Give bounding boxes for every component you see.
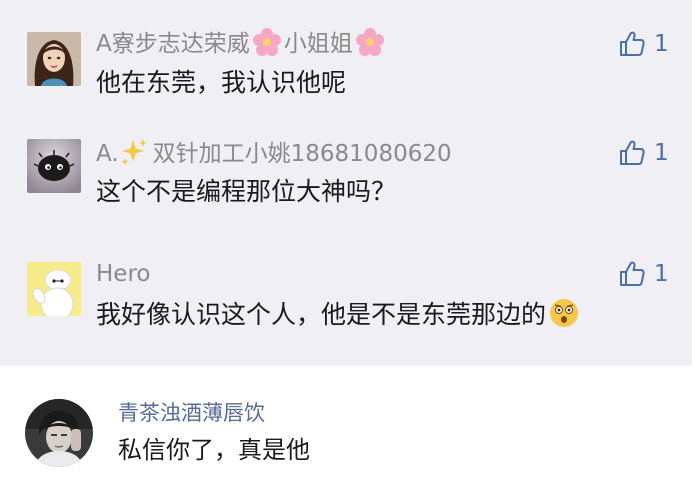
man-portrait-avatar[interactable] bbox=[25, 399, 93, 467]
like-count: 1 bbox=[654, 261, 669, 287]
astonished-face-emoji-icon bbox=[548, 297, 580, 329]
comment-author[interactable]: A. 双针加工小姚18681080620 bbox=[96, 137, 452, 169]
comments-page: A寮步志达荣威 小姐姐 他在东莞，我认识他呢 1 A. 双针加工小姚186810… bbox=[0, 0, 692, 481]
comment-author-name: Hero bbox=[96, 261, 151, 287]
like-count: 1 bbox=[654, 31, 669, 57]
liked-comments-section: A寮步志达荣威 小姐姐 他在东莞，我认识他呢 1 A. 双针加工小姚186810… bbox=[0, 0, 692, 366]
comment-author[interactable]: A寮步志达荣威 小姐姐 bbox=[96, 27, 387, 59]
thumbs-up-icon bbox=[620, 31, 645, 56]
white-robot-avatar[interactable] bbox=[27, 262, 81, 316]
comment-author-name: A. bbox=[96, 141, 119, 167]
reply-section bbox=[0, 366, 692, 481]
comment-author-name-mid: 小姐姐 bbox=[283, 31, 353, 57]
like-button[interactable]: 1 bbox=[618, 29, 669, 59]
reply-author-name[interactable]: 青茶浊酒薄唇饮 bbox=[118, 399, 265, 427]
sparkles-emoji-icon bbox=[119, 137, 149, 167]
like-button[interactable]: 1 bbox=[618, 259, 669, 289]
comment-text-body: 我好像认识这个人，他是不是东莞那边的 bbox=[96, 300, 547, 329]
comment-text: 这个不是编程那位大神吗？ bbox=[96, 177, 397, 206]
black-furball-avatar[interactable] bbox=[27, 139, 81, 193]
reply-text: 私信你了，真是他 bbox=[118, 436, 310, 464]
comment-author-name: A寮步志达荣威 bbox=[96, 31, 250, 57]
like-button[interactable]: 1 bbox=[618, 138, 669, 168]
comment-author-name-suffix: 双针加工小姚18681080620 bbox=[152, 141, 452, 167]
cherry-blossom-emoji-icon bbox=[252, 27, 282, 57]
comment-text: 我好像认识这个人，他是不是东莞那边的 bbox=[96, 297, 580, 332]
thumbs-up-icon bbox=[620, 261, 645, 286]
comment-text: 他在东莞，我认识他呢 bbox=[96, 68, 347, 97]
cherry-blossom-emoji-icon bbox=[355, 27, 385, 57]
thumbs-up-icon bbox=[620, 140, 645, 165]
like-count: 1 bbox=[654, 140, 669, 166]
comment-author[interactable]: Hero bbox=[96, 259, 150, 289]
woman-portrait-avatar[interactable] bbox=[27, 32, 81, 86]
